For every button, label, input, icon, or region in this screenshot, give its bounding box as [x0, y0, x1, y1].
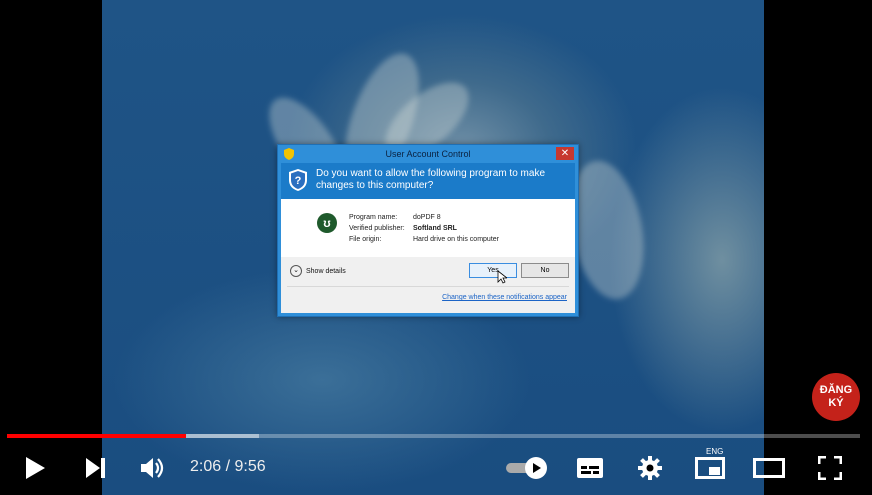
close-button[interactable]: ✕ — [556, 147, 574, 160]
autoplay-toggle-icon — [506, 457, 547, 479]
program-info: Program name: doPDF 8 Verified publisher:… — [349, 212, 499, 245]
yes-button[interactable]: Yes — [469, 263, 517, 278]
next-button[interactable] — [78, 452, 112, 484]
fullscreen-button[interactable] — [813, 452, 847, 484]
uac-footer: ⌄ Show details Yes No Change when these … — [281, 257, 575, 313]
chevron-down-icon: ⌄ — [290, 265, 302, 277]
show-details-label: Show details — [306, 267, 346, 275]
miniplayer-button[interactable] — [693, 452, 727, 484]
uac-question-banner: ? Do you want to allow the following pro… — [281, 163, 575, 199]
uac-question: Do you want to allow the following progr… — [316, 168, 546, 191]
divider — [287, 286, 569, 287]
next-icon — [86, 458, 105, 478]
no-button[interactable]: No — [521, 263, 569, 278]
uac-info-panel: ʊ Program name: doPDF 8 Verified publishe… — [281, 199, 575, 257]
svg-text:?: ? — [295, 175, 302, 187]
video-player[interactable]: User Account Control ✕ ? Do you want to … — [0, 0, 872, 495]
uac-dialog: User Account Control ✕ ? Do you want to … — [277, 144, 579, 317]
theater-button[interactable] — [752, 452, 786, 484]
show-details-toggle[interactable]: ⌄ Show details — [290, 265, 346, 277]
progress-bar[interactable] — [7, 434, 860, 438]
file-origin-row: File origin: Hard drive on this computer — [349, 236, 499, 243]
played-range — [7, 434, 187, 438]
subtitles-button[interactable] — [573, 452, 607, 484]
change-notifications-link[interactable]: Change when these notifications appear — [442, 294, 567, 301]
subscribe-button[interactable]: ĐĂNG KÝ — [812, 373, 860, 421]
dopdf-app-icon: ʊ — [317, 213, 337, 233]
uac-titlebar: User Account Control ✕ — [278, 145, 578, 163]
settings-button[interactable] — [633, 452, 667, 484]
settings-icon — [638, 456, 662, 480]
shield-question-icon: ? — [289, 169, 307, 191]
fullscreen-icon — [818, 456, 842, 480]
player-controls: 2:06 / 9:56 ENG — [0, 445, 872, 491]
publisher-row: Verified publisher: Softland SRL — [349, 225, 457, 232]
uac-title-text: User Account Control — [385, 149, 471, 159]
autoplay-toggle[interactable] — [505, 452, 549, 484]
play-icon — [26, 457, 45, 479]
volume-icon — [141, 458, 164, 478]
miniplayer-icon — [695, 457, 725, 479]
mouse-cursor-icon — [497, 270, 507, 284]
time-display: 2:06 / 9:56 — [190, 458, 266, 475]
subtitles-icon — [577, 458, 603, 478]
uac-shield-icon — [284, 148, 294, 160]
program-name-row: Program name: doPDF 8 — [349, 214, 441, 221]
mute-button[interactable] — [136, 452, 170, 484]
play-button[interactable] — [18, 452, 52, 484]
theater-icon — [753, 458, 785, 478]
